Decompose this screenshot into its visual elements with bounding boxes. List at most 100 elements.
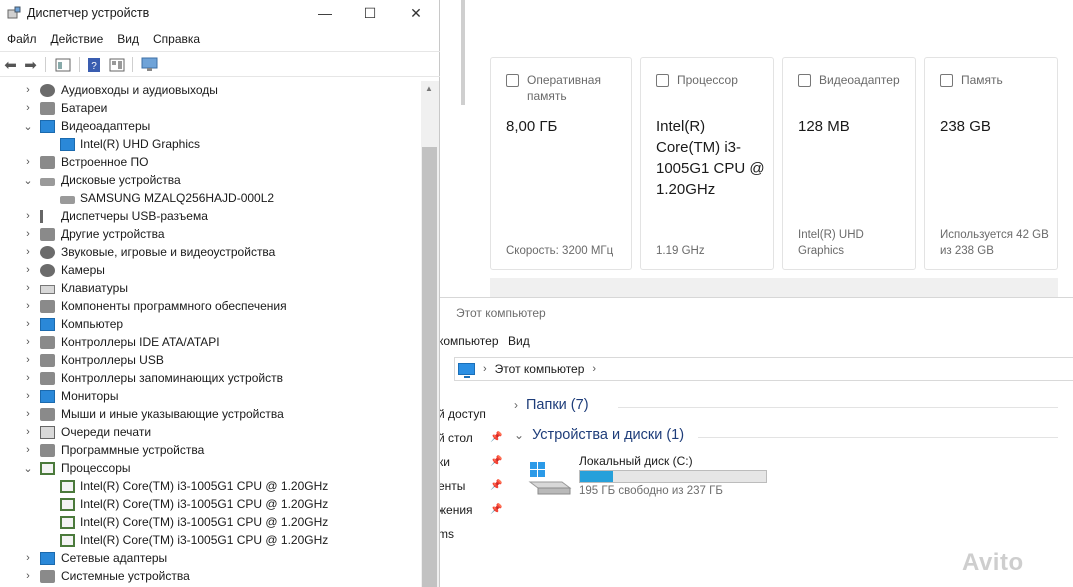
- menu-view[interactable]: Вид: [110, 28, 146, 50]
- tree-category[interactable]: › Другие устройства: [0, 225, 420, 243]
- chevron-right-icon[interactable]: ›: [22, 354, 34, 366]
- chevron-right-icon[interactable]: ›: [22, 390, 34, 402]
- tree-category[interactable]: › Контроллеры IDE ATA/ATAPI: [0, 333, 420, 351]
- gpu-card-footer: Intel(R) UHD Graphics: [798, 229, 864, 257]
- chevron-right-icon[interactable]: ›: [22, 264, 34, 276]
- tree-device[interactable]: Intel(R) Core(TM) i3-1005G1 CPU @ 1.20GH…: [0, 495, 420, 513]
- address-bar[interactable]: › Этот компьютер ›: [454, 357, 1073, 381]
- tree-item-label: Диспетчеры USB-разъема: [61, 209, 208, 223]
- breadcrumb-dropdown-icon[interactable]: ›: [592, 363, 596, 375]
- tree-item-label: Контроллеры запоминающих устройств: [61, 371, 283, 385]
- nav-item-quick-access[interactable]: й доступ: [438, 407, 486, 421]
- tree-device[interactable]: Intel(R) UHD Graphics: [0, 135, 420, 153]
- back-arrow-icon[interactable]: ⬅: [2, 56, 19, 74]
- chevron-right-icon[interactable]: ›: [22, 408, 34, 420]
- tree-category[interactable]: › Встроенное ПО: [0, 153, 420, 171]
- chevron-right-icon[interactable]: ›: [22, 372, 34, 384]
- close-button[interactable]: ✕: [393, 0, 439, 26]
- minimize-button[interactable]: —: [302, 0, 348, 26]
- tree-category[interactable]: › Программные устройства: [0, 441, 420, 459]
- chevron-right-icon[interactable]: ›: [22, 444, 34, 456]
- chevron-right-icon[interactable]: ›: [22, 246, 34, 258]
- chevron-down-icon[interactable]: ⌄: [22, 462, 34, 475]
- tree-category[interactable]: › Системные устройства: [0, 567, 420, 585]
- toolbar-separator: [132, 57, 133, 72]
- tree-category[interactable]: ⌄ Процессоры: [0, 459, 420, 477]
- maximize-button[interactable]: ☐: [347, 0, 393, 26]
- group-devices[interactable]: ⌄ Устройства и диски (1): [514, 427, 684, 443]
- tree-category[interactable]: › Сетевые адаптеры: [0, 549, 420, 567]
- tree-category[interactable]: ⌄ Видеоадаптеры: [0, 117, 420, 135]
- nav-item-desktop[interactable]: й стол: [438, 431, 473, 445]
- chevron-right-icon[interactable]: ›: [22, 228, 34, 240]
- vertical-scrollbar[interactable]: ▲: [421, 81, 439, 587]
- chevron-right-icon[interactable]: ›: [22, 426, 34, 438]
- tree-category[interactable]: › Контроллеры запоминающих устройств: [0, 369, 420, 387]
- nav-item-other[interactable]: ms: [438, 527, 454, 541]
- tree-item-label: Встроенное ПО: [61, 155, 149, 169]
- title-bar[interactable]: Диспетчер устройств — ☐ ✕: [0, 0, 440, 26]
- chevron-right-icon[interactable]: ›: [22, 102, 34, 114]
- tree-category[interactable]: › Аудиовходы и аудиовыходы: [0, 81, 420, 99]
- tree-category[interactable]: › Камеры: [0, 261, 420, 279]
- chevron-right-icon[interactable]: ›: [22, 156, 34, 168]
- tree-category[interactable]: › Мониторы: [0, 387, 420, 405]
- chevron-right-icon[interactable]: ›: [22, 318, 34, 330]
- tree-device[interactable]: Intel(R) Core(TM) i3-1005G1 CPU @ 1.20GH…: [0, 531, 420, 549]
- nav-item-pictures[interactable]: жения: [438, 503, 473, 517]
- cpu-icon: [60, 533, 75, 547]
- tree-category[interactable]: › Компоненты программного обеспечения: [0, 297, 420, 315]
- tree-device[interactable]: Intel(R) Core(TM) i3-1005G1 CPU @ 1.20GH…: [0, 477, 420, 495]
- group-folders[interactable]: › Папки (7): [514, 397, 589, 413]
- monitor-icon: [40, 389, 55, 403]
- printer-icon: [40, 425, 55, 439]
- forward-arrow-icon[interactable]: ➡: [22, 56, 39, 74]
- chevron-down-icon[interactable]: ⌄: [514, 428, 524, 442]
- tree-device[interactable]: Intel(R) Core(TM) i3-1005G1 CPU @ 1.20GH…: [0, 513, 420, 531]
- chevron-right-icon[interactable]: ›: [22, 210, 34, 222]
- chevron-right-icon[interactable]: ›: [22, 282, 34, 294]
- nav-item-documents[interactable]: енты: [438, 479, 465, 493]
- processor-icon: [656, 74, 669, 87]
- tree-item-label: Мониторы: [61, 389, 119, 403]
- settings-scrollbar[interactable]: [461, 0, 465, 105]
- tree-category[interactable]: › Батареи: [0, 99, 420, 117]
- scrollbar-thumb[interactable]: [422, 147, 437, 587]
- storage-controller-icon: [40, 371, 55, 385]
- chevron-right-icon[interactable]: ›: [22, 84, 34, 96]
- tree-category[interactable]: › Компьютер: [0, 315, 420, 333]
- scroll-up-icon[interactable]: ▲: [425, 84, 433, 93]
- breadcrumb-chevron-icon[interactable]: ›: [483, 363, 487, 375]
- menu-action[interactable]: Действие: [44, 28, 111, 50]
- menu-file[interactable]: Файл: [0, 28, 44, 50]
- chevron-right-icon[interactable]: ›: [22, 570, 34, 582]
- chevron-right-icon[interactable]: ›: [22, 336, 34, 348]
- tree-category[interactable]: › Звуковые, игровые и видеоустройства: [0, 243, 420, 261]
- local-disk-c[interactable]: Локальный диск (C:) 195 ГБ свободно из 2…: [528, 454, 778, 500]
- explorer-menu-computer[interactable]: компьютер: [438, 334, 499, 348]
- tree-category[interactable]: › Очереди печати: [0, 423, 420, 441]
- view-resources-icon[interactable]: [108, 56, 126, 73]
- tree-device[interactable]: SAMSUNG MZALQ256HAJD-000L2: [0, 189, 420, 207]
- tree-category[interactable]: ⌄ Дисковые устройства: [0, 171, 420, 189]
- chevron-right-icon[interactable]: ›: [22, 552, 34, 564]
- tree-category[interactable]: › Диспетчеры USB-разъема: [0, 207, 420, 225]
- scan-hardware-icon[interactable]: [140, 56, 158, 73]
- chevron-down-icon[interactable]: ⌄: [22, 120, 34, 133]
- chevron-right-icon[interactable]: ›: [22, 300, 34, 312]
- cpu-card-title: Процессор: [677, 73, 738, 87]
- chevron-right-icon[interactable]: ›: [514, 398, 518, 412]
- tree-category[interactable]: › Мыши и иные указывающие устройства: [0, 405, 420, 423]
- breadcrumb-this-pc[interactable]: Этот компьютер: [495, 362, 585, 376]
- drive-usage-fill: [580, 471, 614, 482]
- chevron-down-icon[interactable]: ⌄: [22, 174, 34, 187]
- tree-item-label: Камеры: [61, 263, 105, 277]
- menu-help[interactable]: Справка: [146, 28, 207, 50]
- tree-category[interactable]: › Контроллеры USB: [0, 351, 420, 369]
- explorer-menu-view[interactable]: Вид: [508, 334, 530, 348]
- properties-icon[interactable]: [54, 56, 72, 73]
- storage-card-value: 238 GB: [940, 118, 991, 135]
- help-icon[interactable]: ?: [86, 56, 102, 73]
- tree-category[interactable]: › Клавиатуры: [0, 279, 420, 297]
- tree-item-label: Intel(R) UHD Graphics: [80, 137, 201, 151]
